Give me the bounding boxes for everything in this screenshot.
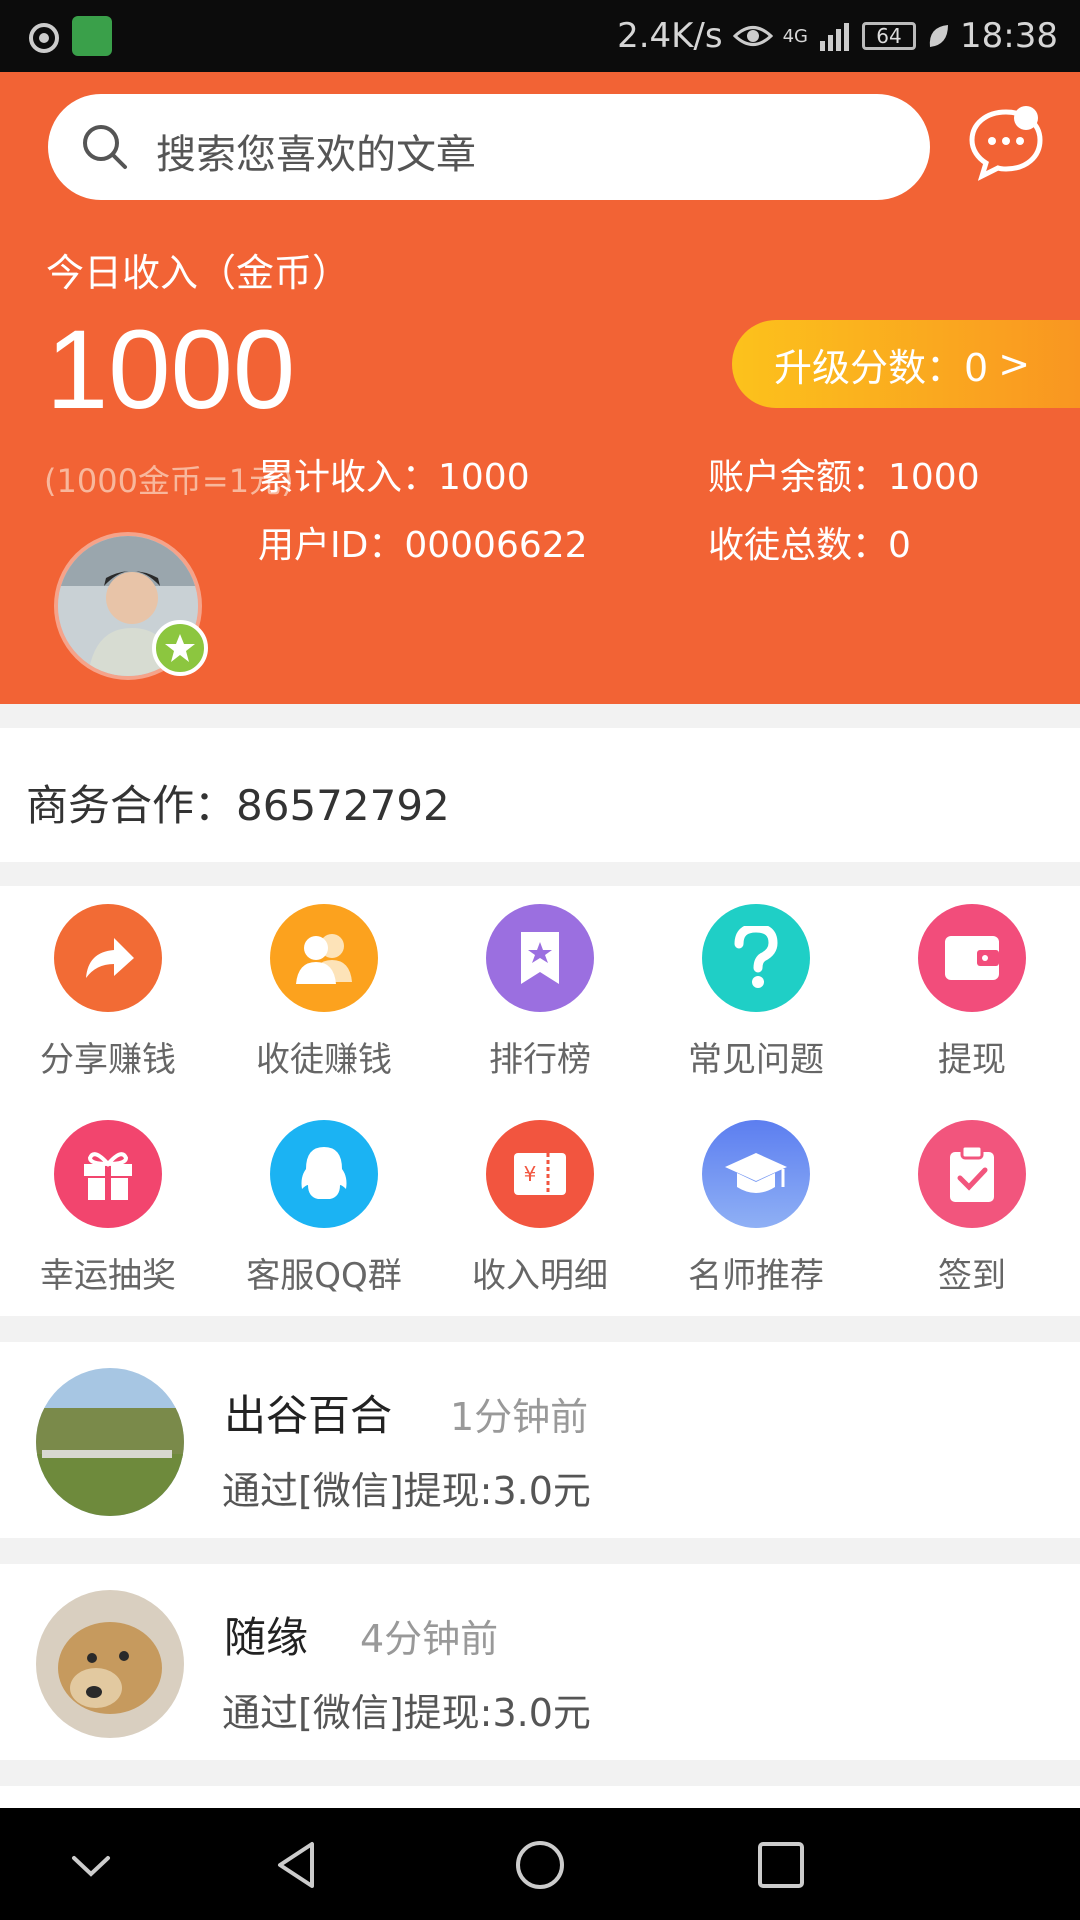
battery-level: 64 — [876, 24, 902, 48]
disciple-count: 收徒总数：0 — [708, 525, 911, 566]
question-icon — [702, 904, 810, 1012]
menu-label: 提现 — [938, 1040, 1006, 1080]
menu-leaderboard[interactable]: 排行榜 — [432, 886, 648, 1096]
recents-icon[interactable] — [754, 1838, 808, 1892]
exchange-rate-note: (1000金币=1元) — [44, 462, 294, 500]
menu-withdraw[interactable]: 提现 — [864, 886, 1080, 1096]
menu-label: 客服QQ群 — [246, 1256, 402, 1296]
list-item — [0, 1786, 1080, 1808]
battery-icon: 64 — [862, 22, 917, 50]
account-balance: 账户余额：1000 — [708, 457, 980, 498]
user-name: 出谷百合 — [224, 1391, 393, 1440]
menu-label: 收入明细 — [472, 1256, 608, 1296]
network-type: 4G — [782, 25, 809, 47]
menu-qq-group[interactable]: 客服QQ群 — [216, 1102, 432, 1312]
feature-grid: 分享赚钱 收徒赚钱 排行榜 常见问题 提现 幸运抽奖 客服QQ群 ¥ 收入明细 … — [0, 886, 1080, 1316]
bookmark-star-icon — [486, 904, 594, 1012]
ticket-icon: ¥ — [486, 1120, 594, 1228]
menu-label: 幸运抽奖 — [40, 1256, 176, 1296]
gift-icon — [54, 1120, 162, 1228]
weibo-icon — [29, 23, 59, 53]
qq-icon — [270, 1120, 378, 1228]
menu-label: 签到 — [938, 1256, 1006, 1296]
user-avatar — [36, 1590, 184, 1738]
menu-recruit-earn[interactable]: 收徒赚钱 — [216, 886, 432, 1096]
business-contact: 商务合作：86572792 — [0, 728, 1080, 862]
chevron-down-icon[interactable] — [64, 1838, 118, 1892]
menu-label: 常见问题 — [688, 1040, 824, 1080]
signal-icon — [820, 23, 850, 51]
status-bar: 2.4K/s 4G 64 18:38 — [0, 0, 1080, 72]
user-name: 随缘 — [224, 1613, 309, 1662]
eye-icon — [732, 26, 773, 46]
menu-teacher-recommend[interactable]: 名师推荐 — [648, 1102, 864, 1312]
income-header: 搜索您喜欢的文章 今日收入（金币） 1000 (1000金币=1元) 升级分数：… — [0, 72, 1080, 704]
menu-share-earn[interactable]: 分享赚钱 — [0, 886, 216, 1096]
share-arrow-icon — [54, 904, 162, 1012]
menu-label: 分享赚钱 — [40, 1040, 176, 1080]
withdraw-message: 通过[微信]提现:3.0元 — [222, 1469, 591, 1513]
upgrade-score-button[interactable]: 升级分数：0 > — [732, 320, 1080, 408]
chevron-right-icon: > — [998, 342, 1031, 386]
today-income-value: 1000 — [46, 307, 296, 432]
graduation-cap-icon — [702, 1120, 810, 1228]
leaf-icon — [929, 25, 949, 47]
time-ago: 4分钟前 — [360, 1617, 499, 1661]
svg-text:¥: ¥ — [524, 1162, 537, 1186]
menu-label: 收徒赚钱 — [256, 1040, 392, 1080]
list-item[interactable]: 出谷百合 1分钟前 通过[微信]提现:3.0元 — [0, 1342, 1080, 1538]
menu-faq[interactable]: 常见问题 — [648, 886, 864, 1096]
wallet-icon — [918, 904, 1026, 1012]
search-input[interactable]: 搜索您喜欢的文章 — [48, 94, 930, 200]
menu-income-detail[interactable]: ¥ 收入明细 — [432, 1102, 648, 1312]
people-icon — [270, 904, 378, 1012]
business-contact-text: 商务合作：86572792 — [26, 781, 450, 830]
back-icon[interactable] — [272, 1838, 326, 1892]
upgrade-score-label: 升级分数：0 — [774, 345, 989, 390]
home-icon[interactable] — [513, 1838, 567, 1892]
menu-lucky-draw[interactable]: 幸运抽奖 — [0, 1102, 216, 1312]
today-income-label: 今日收入（金币） — [46, 251, 351, 295]
message-icon[interactable] — [966, 102, 1046, 182]
system-nav-bar — [0, 1808, 1080, 1920]
list-item[interactable]: 随缘 4分钟前 通过[微信]提现:3.0元 — [0, 1564, 1080, 1760]
total-income: 累计收入：1000 — [258, 457, 530, 498]
time-ago: 1分钟前 — [450, 1395, 589, 1439]
search-placeholder: 搜索您喜欢的文章 — [156, 132, 476, 178]
user-id: 用户ID：00006622 — [258, 525, 588, 566]
app-notification-icon — [72, 16, 112, 56]
menu-label: 名师推荐 — [688, 1256, 824, 1296]
network-speed: 2.4K/s — [617, 16, 723, 56]
clipboard-check-icon — [918, 1120, 1026, 1228]
clock: 18:38 — [960, 16, 1058, 56]
menu-check-in[interactable]: 签到 — [864, 1102, 1080, 1312]
withdraw-message: 通过[微信]提现:3.0元 — [222, 1691, 591, 1735]
level-badge-icon — [152, 620, 208, 676]
search-icon — [83, 125, 127, 169]
user-avatar — [36, 1368, 184, 1516]
menu-label: 排行榜 — [489, 1040, 591, 1080]
